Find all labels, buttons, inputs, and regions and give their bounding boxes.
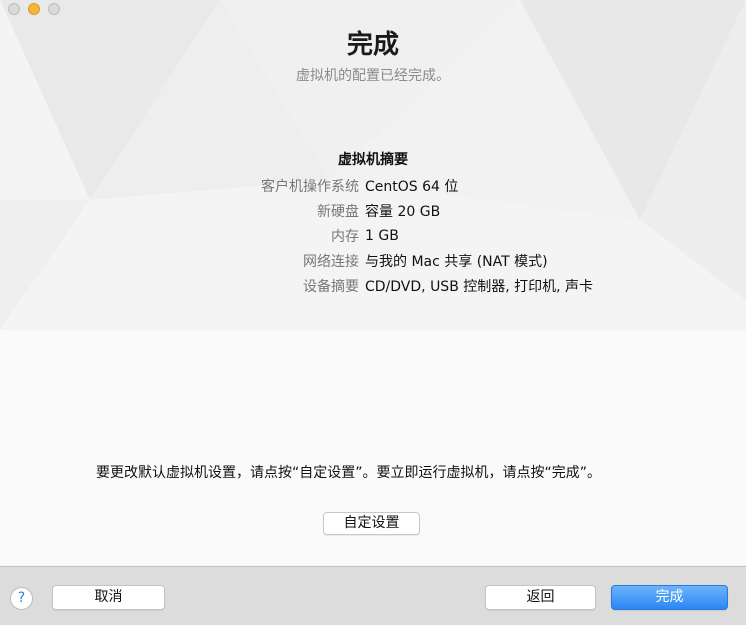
summary-label: 内存 [331, 228, 359, 245]
summary-value: 1 GB [365, 227, 399, 244]
summary-value: 与我的 Mac 共享 (NAT 模式) [365, 253, 548, 270]
summary-row-memory: 内存 1 GB [200, 223, 680, 248]
summary-label: 新硬盘 [317, 203, 359, 220]
summary-value: CentOS 64 位 [365, 178, 459, 195]
summary-row-network: 网络连接 与我的 Mac 共享 (NAT 模式) [200, 248, 680, 273]
customize-settings-button[interactable]: 自定设置 [323, 512, 420, 535]
summary-value: CD/DVD, USB 控制器, 打印机, 声卡 [365, 278, 594, 295]
finish-button[interactable]: 完成 [611, 585, 728, 610]
summary-row-os: 客户机操作系统 CentOS 64 位 [200, 173, 680, 198]
window-controls [8, 3, 60, 15]
minimize-window-icon[interactable] [28, 3, 40, 15]
footer-bar: ? 取消 返回 完成 [0, 566, 746, 625]
close-window-icon[interactable] [8, 3, 20, 15]
zoom-window-icon[interactable] [48, 3, 60, 15]
page-subtitle: 虚拟机的配置已经完成。 [296, 68, 450, 84]
summary-heading: 虚拟机摘要 [338, 152, 408, 168]
summary-value: 容量 20 GB [365, 203, 441, 220]
summary-row-disk: 新硬盘 容量 20 GB [200, 198, 680, 223]
summary-label: 客户机操作系统 [261, 178, 359, 195]
page-title: 完成 [346, 30, 399, 60]
summary-label: 网络连接 [303, 253, 359, 270]
instruction-text: 要更改默认虚拟机设置，请点按“自定设置”。要立即运行虚拟机，请点按“完成”。 [96, 465, 602, 481]
wizard-window: 完成 虚拟机的配置已经完成。 虚拟机摘要 客户机操作系统 CentOS 64 位… [0, 0, 746, 625]
back-button[interactable]: 返回 [485, 585, 596, 610]
summary-list: 客户机操作系统 CentOS 64 位 新硬盘 容量 20 GB 内存 1 GB… [200, 173, 680, 298]
cancel-button[interactable]: 取消 [52, 585, 165, 610]
summary-row-devices: 设备摘要 CD/DVD, USB 控制器, 打印机, 声卡 [200, 273, 680, 298]
help-icon[interactable]: ? [10, 587, 33, 610]
summary-label: 设备摘要 [303, 278, 359, 295]
